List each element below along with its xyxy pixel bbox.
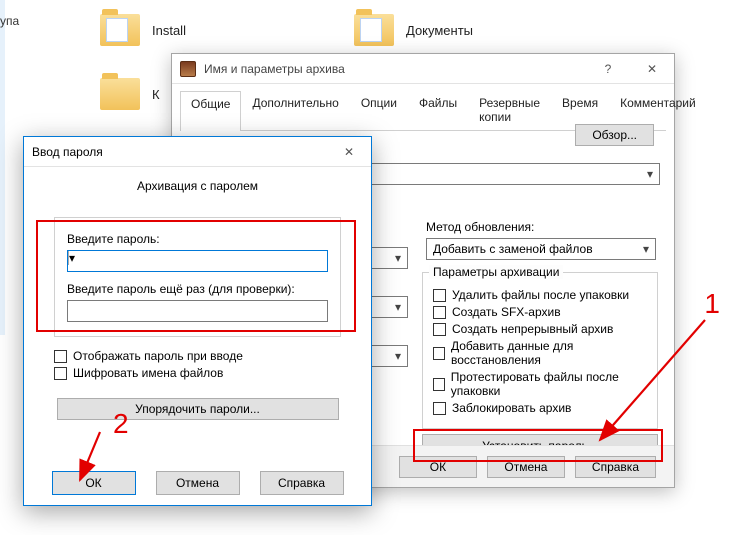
title-bar[interactable]: Имя и параметры архива ? ✕ <box>172 54 674 84</box>
dialog-subtitle: Архивация с паролем <box>24 167 371 199</box>
ok-button[interactable]: ОК <box>52 471 136 495</box>
help-button[interactable]: Справка <box>575 456 656 478</box>
folder-k[interactable]: К <box>100 78 160 110</box>
checkbox-icon <box>54 350 67 363</box>
help-button[interactable]: Справка <box>260 471 344 495</box>
folder-documents[interactable]: Документы <box>354 14 473 46</box>
chk-label: Шифровать имена файлов <box>73 366 223 380</box>
chk-sfx[interactable]: Создать SFX-архив <box>433 305 647 319</box>
folder-label: Install <box>152 23 186 38</box>
winrar-icon <box>180 61 196 77</box>
update-method-label: Метод обновления: <box>426 220 734 234</box>
cancel-button[interactable]: Отмена <box>487 456 565 478</box>
chk-label: Создать SFX-архив <box>452 305 561 319</box>
tab-general[interactable]: Общие <box>180 91 241 131</box>
tab-files[interactable]: Файлы <box>408 90 468 130</box>
password-input[interactable]: ▾ <box>67 250 328 272</box>
password-dialog: Ввод пароля ✕ Архивация с паролем Введит… <box>23 136 372 506</box>
enter-password-label: Введите пароль: <box>67 232 328 246</box>
tab-backup[interactable]: Резервные копии <box>468 90 551 130</box>
chk-test[interactable]: Протестировать файлы после упаковки <box>433 370 647 398</box>
archive-params-legend: Параметры архивации <box>429 265 563 279</box>
update-method-combo[interactable]: Добавить с заменой файлов ▾ <box>426 238 656 260</box>
chevron-down-icon: ▾ <box>389 346 407 366</box>
chk-show-password[interactable]: Отображать пароль при вводе <box>54 349 341 363</box>
chk-lock[interactable]: Заблокировать архив <box>433 401 647 415</box>
nav-panel-edge <box>0 0 5 335</box>
folder-install[interactable]: Install <box>100 14 186 46</box>
annotation-number-1: 1 <box>704 288 720 320</box>
checkbox-icon <box>433 306 446 319</box>
help-button[interactable]: ? <box>586 55 630 83</box>
chk-encrypt-names[interactable]: Шифровать имена файлов <box>54 366 341 380</box>
folder-label: Документы <box>406 23 473 38</box>
checkbox-icon <box>433 323 446 336</box>
dialog-title: Ввод пароля <box>32 145 327 159</box>
close-button[interactable]: ✕ <box>630 55 674 83</box>
update-method-value: Добавить с заменой файлов <box>433 242 593 256</box>
title-bar[interactable]: Ввод пароля ✕ <box>24 137 371 167</box>
chk-label: Протестировать файлы после упаковки <box>451 370 647 398</box>
chk-label: Создать непрерывный архив <box>452 322 613 336</box>
chk-recovery[interactable]: Добавить данные для восстановления <box>433 339 647 367</box>
chk-label: Удалить файлы после упаковки <box>452 288 629 302</box>
close-icon: ✕ <box>647 62 657 76</box>
chk-solid[interactable]: Создать непрерывный архив <box>433 322 647 336</box>
chevron-down-icon: ▾ <box>637 239 655 259</box>
close-button[interactable]: ✕ <box>327 138 371 166</box>
chevron-down-icon: ▾ <box>641 164 659 184</box>
folder-icon <box>100 78 140 110</box>
organize-passwords-button[interactable]: Упорядочить пароли... <box>57 398 339 420</box>
dialog-title: Имя и параметры архива <box>204 62 586 76</box>
folder-icon <box>354 14 394 46</box>
checkbox-icon <box>433 402 446 415</box>
tab-options[interactable]: Опции <box>350 90 408 130</box>
browse-button[interactable]: Обзор... <box>575 124 654 146</box>
ok-button[interactable]: ОК <box>399 456 477 478</box>
checkbox-icon <box>433 378 445 391</box>
chk-label: Добавить данные для восстановления <box>451 339 647 367</box>
annotation-number-2: 2 <box>113 408 129 440</box>
folder-icon <box>100 14 140 46</box>
chevron-down-icon: ▾ <box>389 248 407 268</box>
chk-label: Отображать пароль при вводе <box>73 349 243 363</box>
cancel-button[interactable]: Отмена <box>156 471 240 495</box>
checkbox-icon <box>54 367 67 380</box>
chevron-down-icon: ▾ <box>389 297 407 317</box>
close-icon: ✕ <box>344 145 354 159</box>
checkbox-icon <box>433 289 446 302</box>
chk-delete-after[interactable]: Удалить файлы после упаковки <box>433 288 647 302</box>
dialog-footer: ОК Отмена Справка <box>24 471 371 495</box>
tab-advanced[interactable]: Дополнительно <box>241 90 349 130</box>
checkbox-icon <box>433 347 445 360</box>
folder-label: К <box>152 87 160 102</box>
archive-params-fieldset: Параметры архивации Удалить файлы после … <box>422 272 658 429</box>
password-confirm-input[interactable] <box>67 300 328 322</box>
chevron-down-icon: ▾ <box>68 251 327 265</box>
nav-fragment-text: упа <box>0 14 19 28</box>
chk-label: Заблокировать архив <box>452 401 571 415</box>
reenter-password-label: Введите пароль ещё раз (для проверки): <box>67 282 328 296</box>
question-icon: ? <box>605 62 612 76</box>
